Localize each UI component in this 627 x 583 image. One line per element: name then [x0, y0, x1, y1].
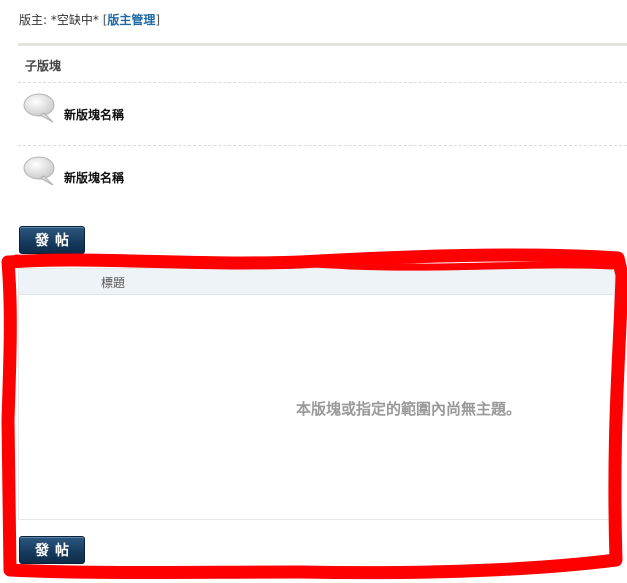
moderator-label: 版主: *空缺中*: [19, 13, 99, 27]
new-thread-button-bottom[interactable]: 發帖: [19, 536, 85, 564]
subforum-divider: [18, 82, 627, 83]
thread-list-header: 標題: [19, 269, 614, 295]
subforum-name[interactable]: 新版塊名稱: [64, 169, 124, 186]
column-title[interactable]: 標題: [101, 274, 125, 291]
bracket-close: ]: [155, 13, 161, 27]
subforum-item[interactable]: 新版塊名稱: [22, 92, 322, 132]
thread-list: 標題 本版塊或指定的範圍內尚無主題。: [18, 268, 615, 520]
subforum-name[interactable]: 新版塊名稱: [64, 106, 124, 123]
subforum-section-title: 子版塊: [25, 59, 62, 73]
speech-bubble-icon: [23, 156, 55, 186]
moderator-line: 版主: *空缺中* [版主管理]: [19, 11, 160, 28]
subforum-item[interactable]: 新版塊名稱: [22, 155, 322, 195]
new-thread-button[interactable]: 發帖: [19, 226, 85, 254]
speech-bubble-icon: [23, 93, 55, 123]
subforum-divider: [18, 145, 627, 146]
header-divider: [18, 43, 627, 46]
moderator-manage-link[interactable]: 版主管理: [107, 13, 155, 27]
empty-thread-message: 本版塊或指定的範圍內尚無主題。: [296, 400, 522, 418]
